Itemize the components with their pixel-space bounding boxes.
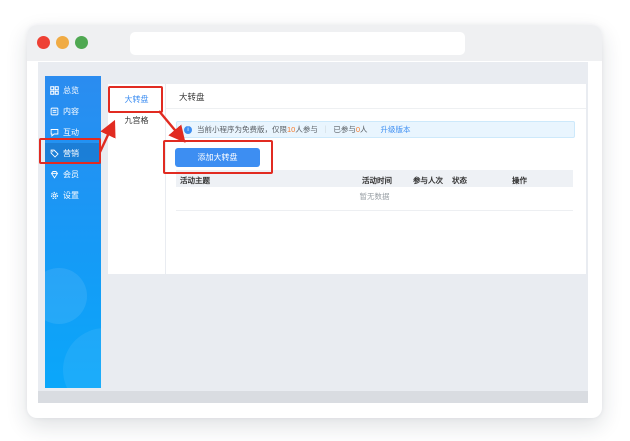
member-vip-icon (50, 170, 59, 179)
page-title: 大转盘 (179, 92, 205, 102)
sidebar-item-content[interactable]: 内容 (45, 101, 101, 122)
content-list-icon (50, 107, 59, 116)
sidebar-item-settings[interactable]: 设置 (45, 185, 101, 206)
sidebar-item-member[interactable]: 会员 (45, 164, 101, 185)
upgrade-version-link[interactable]: 升级版本 (381, 124, 411, 135)
notice-separator: ｜ (321, 125, 330, 134)
column-header-status: 状态 (452, 176, 467, 185)
notice-text: 当前小程序为免费版，仅限 (197, 125, 287, 134)
content-panel: 大转盘 i 当前小程序为免费版，仅限 10 人参与 ｜ 已参与 0 人 升级版本… (166, 84, 586, 274)
free-version-notice-bar: i 当前小程序为免费版，仅限 10 人参与 ｜ 已参与 0 人 升级版本 (176, 121, 575, 138)
sidebar-item-interaction[interactable]: 互动 (45, 122, 101, 143)
joined-suffix: 人 (360, 125, 368, 134)
sidebar-item-label: 互动 (63, 128, 79, 137)
address-bar[interactable] (130, 32, 465, 55)
sidebar-item-label: 总览 (63, 86, 79, 95)
empty-table-placeholder: 暂无数据 (359, 192, 390, 201)
zoom-window-dot[interactable] (75, 36, 88, 49)
table-header-row: 活动主题 活动时间 参与人次 状态 操作 (176, 170, 573, 187)
page-header: 大转盘 (166, 84, 586, 109)
column-header-theme: 活动主题 (180, 176, 210, 185)
column-header-actions: 操作 (512, 176, 527, 185)
table-bottom-divider (176, 210, 573, 211)
primary-sidebar: 总览 内容 互动 营销 会员 设置 (45, 76, 101, 388)
notice-limit-count: 10 (287, 125, 296, 134)
screenshot-stage: 总览 内容 互动 营销 会员 设置 大转盘 九宫格 大转盘 i 当前小程序为免费… (0, 0, 630, 441)
admin-app-background: 总览 内容 互动 营销 会员 设置 大转盘 九宫格 大转盘 i 当前小程序为免费… (38, 62, 588, 403)
sidebar-item-label: 内容 (63, 107, 79, 116)
marketing-tag-icon (50, 149, 59, 158)
sidebar-item-label: 设置 (63, 191, 79, 200)
grid-overview-icon (50, 86, 59, 95)
secondary-sidebar: 大转盘 九宫格 (108, 84, 165, 274)
notice-text: 人参与 (295, 125, 318, 134)
sidebar-item-overview[interactable]: 总览 (45, 80, 101, 101)
subnav-item-dazhuanpan[interactable]: 大转盘 (108, 89, 165, 110)
interaction-chat-icon (50, 128, 59, 137)
info-icon: i (184, 125, 192, 134)
joined-label: 已参与 (333, 125, 356, 134)
settings-gear-icon (50, 191, 59, 200)
sidebar-item-marketing[interactable]: 营销 (45, 143, 101, 164)
sidebar-item-label: 会员 (63, 170, 79, 179)
minimize-window-dot[interactable] (56, 36, 69, 49)
close-window-dot[interactable] (37, 36, 50, 49)
column-header-participants: 参与人次 (413, 176, 443, 185)
add-wheel-button[interactable]: 添加大转盘 (175, 148, 260, 167)
sidebar-decor-circle (45, 268, 87, 324)
sidebar-decor-circle (63, 328, 101, 388)
sidebar-menu: 总览 内容 互动 营销 会员 设置 (45, 80, 101, 206)
column-header-time: 活动时间 (362, 176, 392, 185)
browser-window: 总览 内容 互动 营销 会员 设置 大转盘 九宫格 大转盘 i 当前小程序为免费… (27, 25, 602, 418)
app-bottom-strip (38, 391, 588, 403)
sidebar-item-label: 营销 (63, 149, 79, 158)
browser-titlebar (27, 25, 602, 61)
subnav-item-jiugongge[interactable]: 九宫格 (108, 110, 165, 131)
